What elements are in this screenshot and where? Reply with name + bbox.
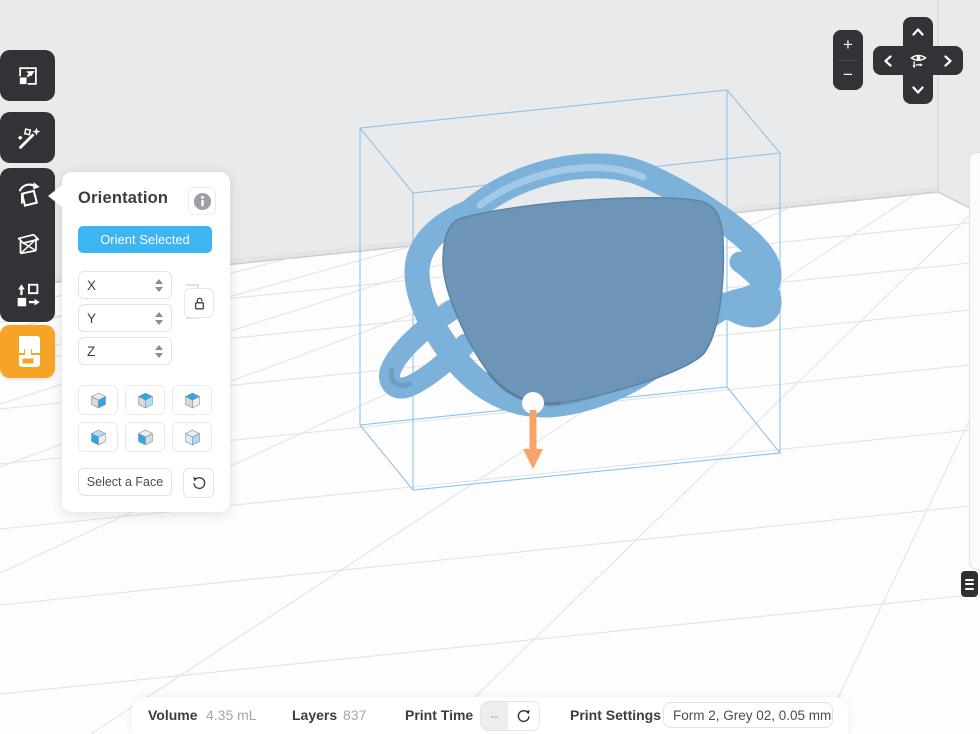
axis-x-spinner[interactable] xyxy=(155,279,163,292)
info-icon xyxy=(193,192,212,211)
magic-wand-icon xyxy=(13,123,43,153)
print-settings-label: Print Settings xyxy=(570,707,661,723)
tool-one-click-print-button[interactable] xyxy=(0,112,55,163)
printer-icon xyxy=(13,334,43,370)
cube-face-bottom-button[interactable] xyxy=(172,422,212,452)
axis-x-label: X xyxy=(87,278,96,293)
list-icon xyxy=(965,579,974,590)
spinner-down-icon[interactable] xyxy=(155,320,163,325)
orient-cube-icon xyxy=(13,179,43,209)
spinner-up-icon[interactable] xyxy=(155,312,163,317)
axis-z-field[interactable]: Z xyxy=(78,337,172,365)
orientation-panel: Orientation Orient Selected X Y Z xyxy=(62,172,230,512)
refresh-icon xyxy=(516,708,532,724)
axis-lock-button[interactable] xyxy=(184,288,214,318)
print-time-label: Print Time xyxy=(405,707,473,723)
chevron-left-icon xyxy=(884,55,892,67)
print-time-refresh-button[interactable] xyxy=(508,702,539,730)
axis-x-field[interactable]: X xyxy=(78,271,172,299)
zoom-divider xyxy=(838,60,858,61)
spinner-up-icon[interactable] xyxy=(155,279,163,284)
zoom-control: + − xyxy=(833,30,863,90)
pan-down-button[interactable] xyxy=(903,75,933,104)
spinner-down-icon[interactable] xyxy=(155,353,163,358)
axis-z-input[interactable] xyxy=(99,343,155,360)
panel-notch xyxy=(48,185,62,207)
cube-face-front-button[interactable] xyxy=(78,385,118,415)
chevron-right-icon xyxy=(944,55,952,67)
layers-label: Layers xyxy=(292,707,337,723)
chevron-up-icon xyxy=(912,28,924,36)
tool-group xyxy=(0,168,55,322)
panel-title: Orientation xyxy=(78,189,168,208)
cube-face-top-button[interactable] xyxy=(172,385,212,415)
axis-y-field[interactable]: Y xyxy=(78,304,172,332)
cube-face-top-icon xyxy=(182,390,203,411)
spinner-up-icon[interactable] xyxy=(155,345,163,350)
axis-y-label: Y xyxy=(87,311,96,326)
cube-face-left-top-icon xyxy=(88,427,109,448)
cube-face-left-top-button[interactable] xyxy=(78,422,118,452)
tool-supports-button[interactable] xyxy=(0,219,55,270)
cube-face-left-button[interactable] xyxy=(125,422,165,452)
pan-right-button[interactable] xyxy=(933,46,963,75)
orbit-view-button[interactable] xyxy=(903,46,933,75)
face-buttons-grid xyxy=(78,385,212,452)
resize-icon xyxy=(14,62,42,90)
orient-selected-button[interactable]: Orient Selected xyxy=(78,226,212,253)
status-bar: Volume 4.35 mL Layers 837 Print Time -- … xyxy=(132,697,848,734)
cube-face-left-icon xyxy=(135,427,156,448)
model-list-button[interactable] xyxy=(961,571,978,597)
axis-x-input[interactable] xyxy=(100,277,155,294)
zoom-in-button[interactable]: + xyxy=(833,30,863,60)
chevron-down-icon xyxy=(912,86,924,94)
axis-z-label: Z xyxy=(87,344,95,359)
cube-face-top-front-button[interactable] xyxy=(125,385,165,415)
axis-z-spinner[interactable] xyxy=(155,345,163,358)
printer-job-button[interactable] xyxy=(0,325,55,378)
tool-layout-button[interactable] xyxy=(0,270,55,321)
print-time-value: -- xyxy=(481,702,508,730)
supports-icon xyxy=(13,230,43,260)
unlock-icon xyxy=(191,295,208,312)
axis-y-input[interactable] xyxy=(100,310,155,327)
layout-icon xyxy=(13,281,43,311)
reset-icon xyxy=(191,475,207,491)
print-time-control: -- xyxy=(480,701,540,731)
cube-face-front-icon xyxy=(88,390,109,411)
tool-orientation-button[interactable] xyxy=(0,168,55,219)
axis-y-spinner[interactable] xyxy=(155,312,163,325)
volume-value: 4.35 mL xyxy=(206,707,257,723)
info-button[interactable] xyxy=(188,187,216,215)
volume-label: Volume xyxy=(148,707,198,723)
pan-up-button[interactable] xyxy=(903,17,933,46)
zoom-out-button[interactable]: − xyxy=(833,60,863,90)
pan-left-button[interactable] xyxy=(873,46,903,75)
select-face-button[interactable]: Select a Face xyxy=(78,468,172,496)
layers-value: 837 xyxy=(343,707,366,723)
tool-size-button[interactable] xyxy=(0,50,55,101)
spinner-down-icon[interactable] xyxy=(155,287,163,292)
model-list-flyout-handle[interactable] xyxy=(969,152,980,570)
orbit-eye-icon xyxy=(908,50,929,71)
cube-face-bottom-icon xyxy=(182,427,203,448)
cube-face-top-front-icon xyxy=(135,390,156,411)
print-settings-selector[interactable]: Form 2, Grey 02, 0.05 mm xyxy=(663,702,833,728)
reset-orientation-button[interactable] xyxy=(183,468,214,498)
print-settings-value: Form 2, Grey 02, 0.05 mm xyxy=(673,708,831,723)
